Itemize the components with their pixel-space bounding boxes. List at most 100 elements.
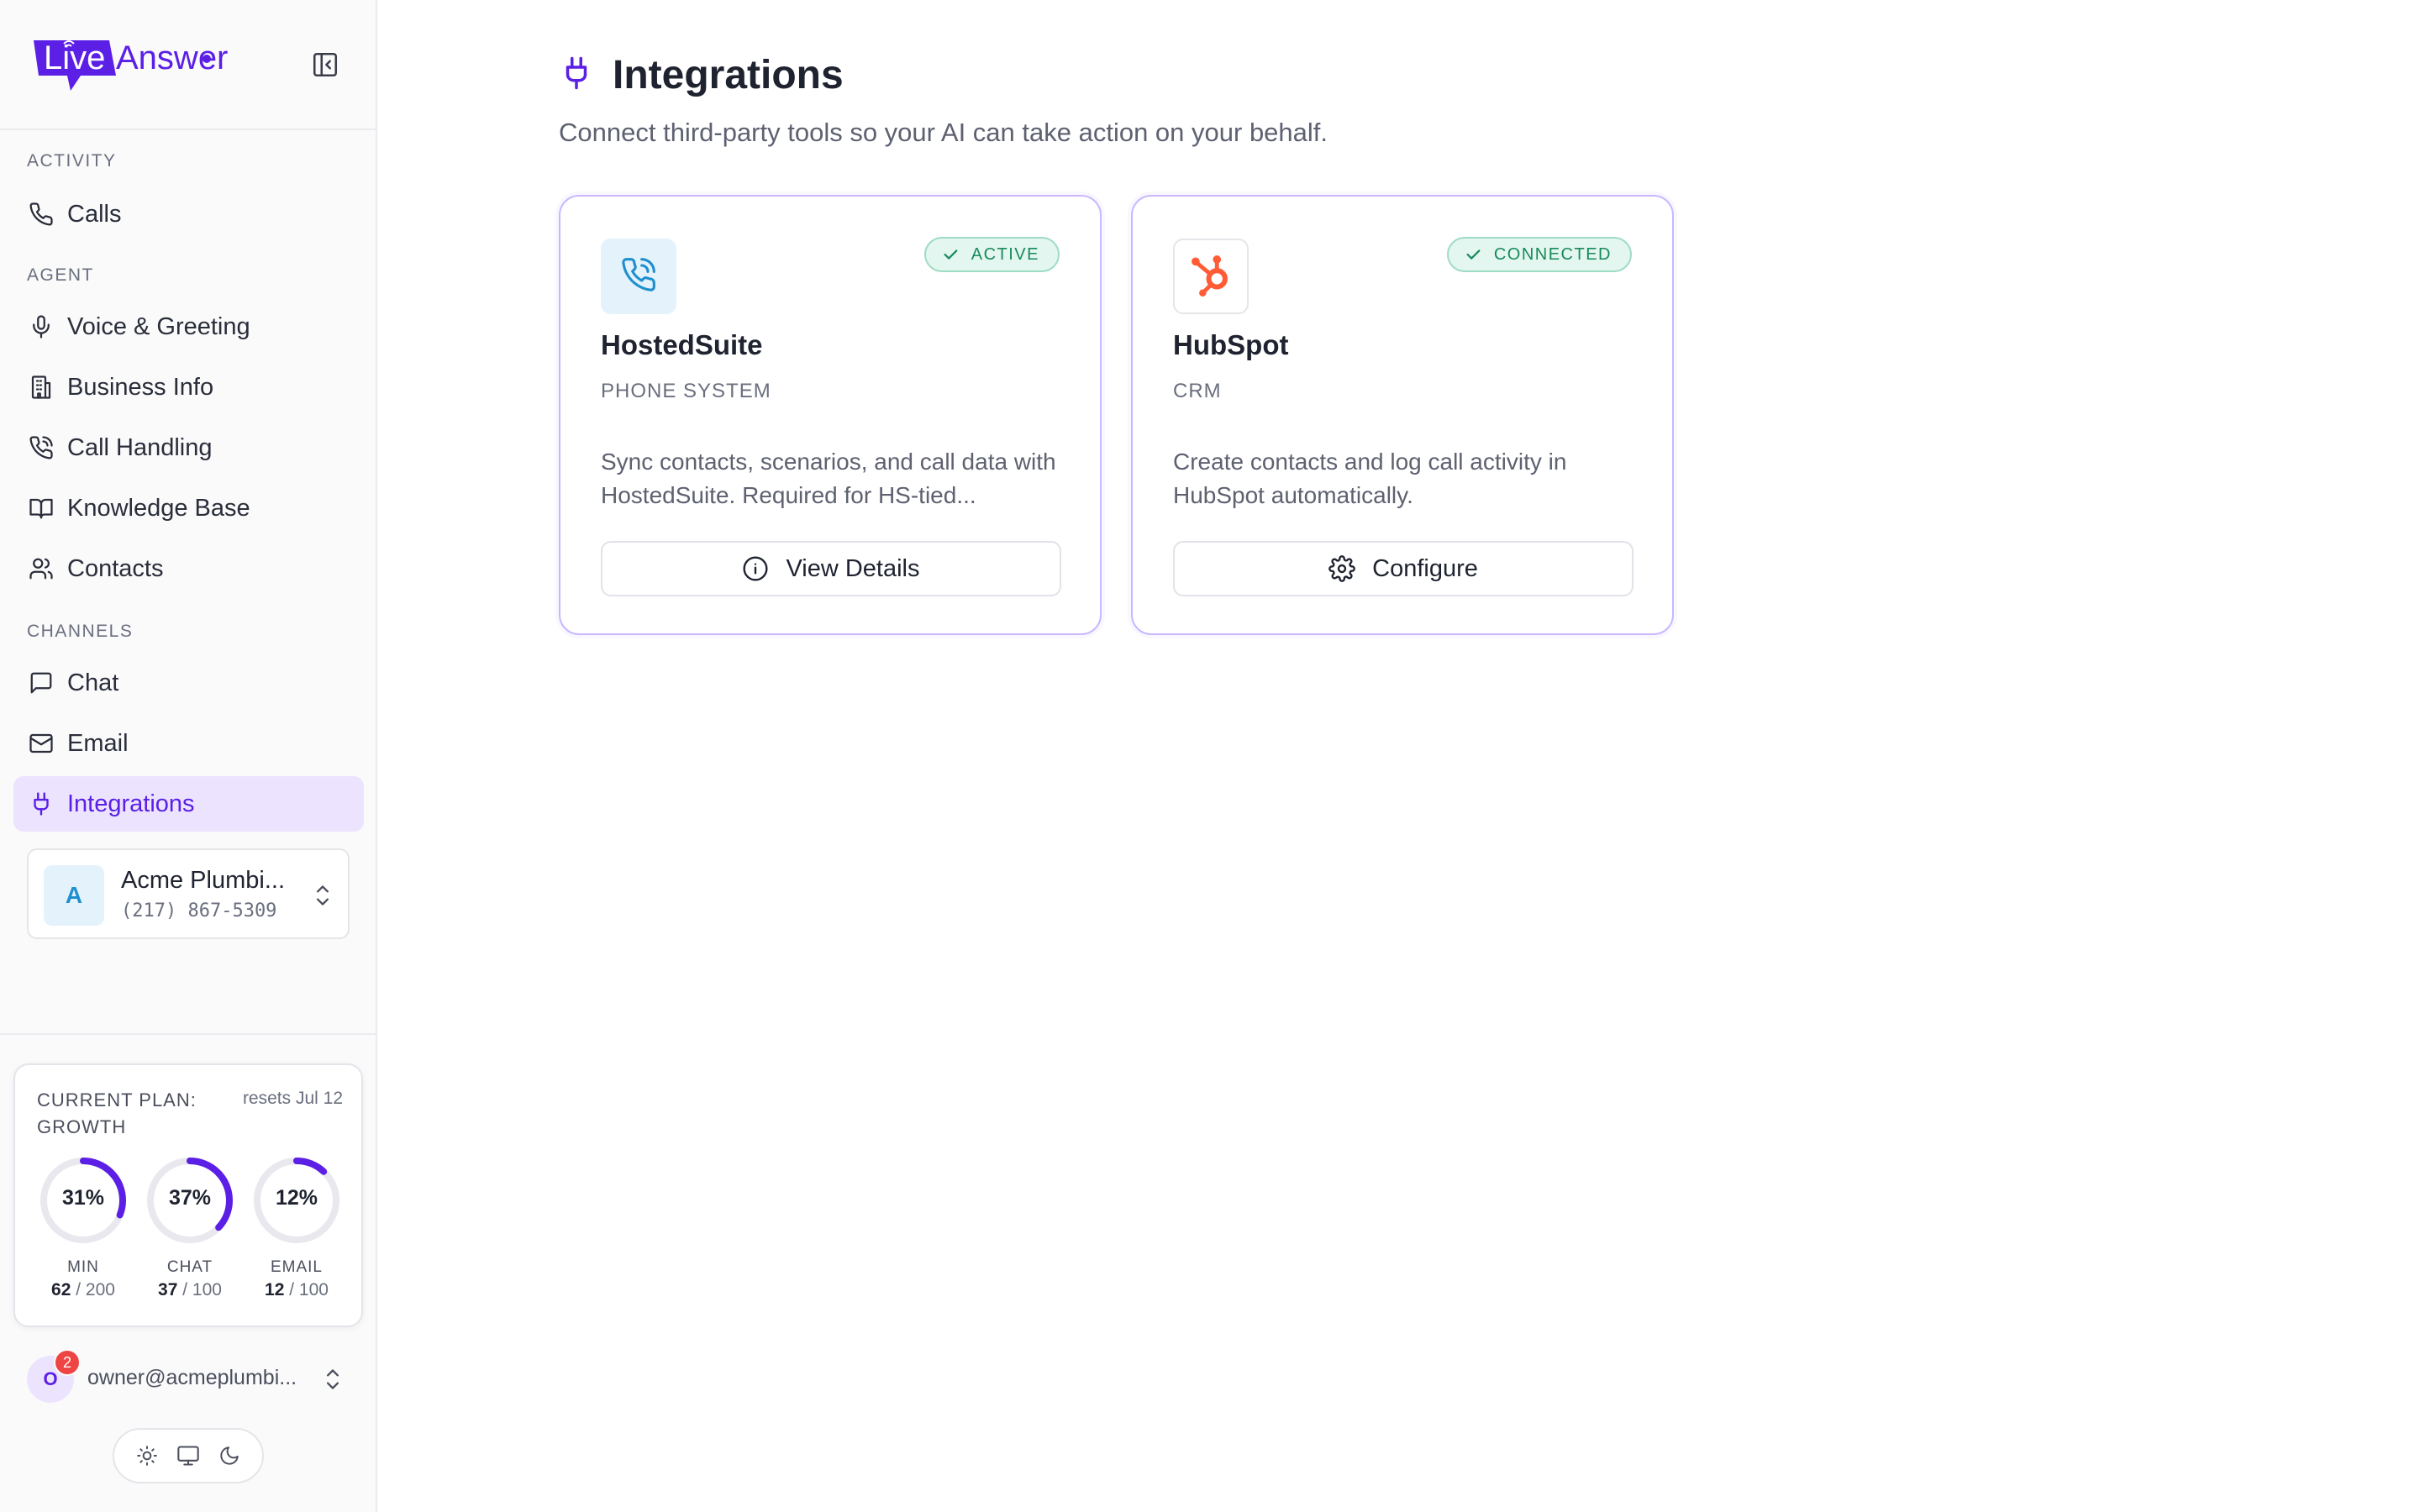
chat-icon bbox=[27, 669, 55, 697]
configure-button[interactable]: Configure bbox=[1173, 541, 1634, 596]
hubspot-icon bbox=[1186, 250, 1235, 303]
sidebar-item-label: Knowledge Base bbox=[67, 494, 250, 522]
plug-icon bbox=[27, 790, 55, 818]
sidebar-item-label: Call Handling bbox=[67, 433, 213, 461]
sun-icon[interactable] bbox=[133, 1441, 161, 1470]
integration-description: Sync contacts, scenarios, and call data … bbox=[601, 449, 1056, 508]
sidebar-item-contacts[interactable]: Contacts bbox=[13, 541, 364, 596]
moon-icon[interactable] bbox=[215, 1441, 244, 1470]
sidebar-item-voice-greeting[interactable]: Voice & Greeting bbox=[13, 299, 364, 354]
section-label-channels: CHANNELS bbox=[27, 622, 134, 641]
usage-gauge-chat: 37% CHAT 37 / 100 bbox=[144, 1154, 236, 1300]
users-icon bbox=[27, 554, 55, 583]
app: Live Answer ACTIVITY Calls AGENT Voice &… bbox=[0, 0, 2420, 1512]
sidebar-item-chat[interactable]: Chat bbox=[13, 655, 364, 711]
button-label: Configure bbox=[1372, 554, 1478, 582]
sidebar-item-knowledge-base[interactable]: Knowledge Base bbox=[13, 480, 364, 536]
section-label-agent: AGENT bbox=[27, 265, 94, 285]
page-header: Integrations bbox=[559, 52, 844, 98]
sidebar-item-calls[interactable]: Calls bbox=[13, 186, 364, 242]
sidebar-item-label: Contacts bbox=[67, 554, 164, 582]
gauge-used: 37 bbox=[158, 1280, 178, 1299]
button-label: View Details bbox=[786, 554, 920, 582]
book-icon bbox=[27, 494, 55, 522]
gauge-used: 12 bbox=[265, 1280, 285, 1299]
sidebar-item-label: Voice & Greeting bbox=[67, 312, 250, 340]
hubspot-logo bbox=[1173, 239, 1249, 314]
section-label-activity: ACTIVITY bbox=[27, 151, 117, 171]
status-badge: ACTIVE bbox=[923, 237, 1060, 272]
sidebar-item-label: Business Info bbox=[67, 373, 214, 401]
gauge-percent: 12% bbox=[275, 1186, 318, 1210]
integration-description: Create contacts and log call activity in… bbox=[1173, 449, 1567, 508]
gauge-used: 62 bbox=[51, 1280, 71, 1299]
liveanswer-logo[interactable]: Live Answer bbox=[32, 34, 250, 94]
status-badge: CONNECTED bbox=[1446, 237, 1632, 272]
monitor-icon[interactable] bbox=[174, 1441, 203, 1470]
gauge-usage: 62 / 200 bbox=[37, 1280, 129, 1300]
account-switcher[interactable]: A Acme Plumbi... (217) 867-5309 bbox=[27, 848, 350, 939]
account-phone: (217) 867-5309 bbox=[121, 900, 277, 921]
sidebar-item-label: Chat bbox=[67, 669, 119, 696]
gauge-label: CHAT bbox=[166, 1258, 213, 1276]
logo-text-live: Live bbox=[44, 39, 105, 76]
theme-toggle bbox=[113, 1428, 264, 1483]
gauge-usage: 12 / 100 bbox=[250, 1280, 343, 1300]
gauge-label: EMAIL bbox=[270, 1258, 324, 1276]
plug-icon bbox=[559, 54, 594, 97]
sidebar-item-business-info[interactable]: Business Info bbox=[13, 360, 364, 415]
gear-icon bbox=[1328, 555, 1355, 582]
integration-card-hubspot: CONNECTED HubSpot CRM Create contacts an… bbox=[1131, 195, 1674, 635]
sidebar-item-email[interactable]: Email bbox=[13, 716, 364, 771]
gauge-percent: 31% bbox=[61, 1186, 105, 1210]
sidebar-item-label: Calls bbox=[67, 200, 122, 228]
gauge-percent: 37% bbox=[168, 1186, 212, 1210]
sidebar-item-label: Email bbox=[67, 729, 129, 757]
logo-text-answer: Answer bbox=[116, 39, 228, 76]
microphone-icon bbox=[27, 312, 55, 341]
chevrons-up-down-icon bbox=[321, 1364, 345, 1394]
mail-icon bbox=[27, 729, 55, 758]
user-menu[interactable]: O 2 owner@acmeplumbi... bbox=[27, 1349, 350, 1403]
sidebar-footer-divider bbox=[0, 1033, 376, 1035]
integration-name: HubSpot bbox=[1173, 329, 1289, 360]
plan-title: CURRENT PLAN: GROWTH bbox=[37, 1089, 197, 1137]
sidebar-item-label: Integrations bbox=[67, 790, 195, 817]
sidebar-header: Live Answer bbox=[0, 0, 376, 130]
phone-call-icon bbox=[27, 433, 55, 462]
hostedsuite-logo bbox=[601, 239, 676, 314]
usage-gauge-email: 12% EMAIL 12 / 100 bbox=[250, 1154, 343, 1300]
main-content: Integrations Connect third-party tools s… bbox=[377, 0, 2420, 1512]
integration-category: PHONE SYSTEM bbox=[601, 380, 771, 402]
gauge-label: MIN bbox=[67, 1258, 99, 1276]
gauge-limit: / 100 bbox=[182, 1280, 222, 1299]
integration-category: CRM bbox=[1173, 380, 1222, 402]
page-subtitle: Connect third-party tools so your AI can… bbox=[559, 118, 1328, 147]
status-badge-label: ACTIVE bbox=[971, 244, 1039, 264]
integration-card-hostedsuite: ACTIVE HostedSuite PHONE SYSTEM Sync con… bbox=[559, 195, 1102, 635]
plan-usage-card[interactable]: CURRENT PLAN: GROWTH resets Jul 12 31% M… bbox=[13, 1063, 363, 1327]
account-avatar: A bbox=[44, 865, 104, 926]
gauge-limit: / 200 bbox=[76, 1280, 115, 1299]
sidebar-item-integrations[interactable]: Integrations bbox=[13, 776, 364, 832]
collapse-sidebar-icon[interactable] bbox=[311, 50, 339, 79]
usage-gauge-minutes: 31% MIN 62 / 200 bbox=[37, 1154, 129, 1300]
gauge-limit: / 100 bbox=[289, 1280, 329, 1299]
page-title: Integrations bbox=[613, 53, 844, 97]
gauge-usage: 37 / 100 bbox=[144, 1280, 236, 1300]
check-icon bbox=[1466, 249, 1481, 260]
sidebar: Live Answer ACTIVITY Calls AGENT Voice &… bbox=[0, 0, 377, 1512]
sidebar-item-call-handling[interactable]: Call Handling bbox=[13, 420, 364, 475]
plan-reset-date: resets Jul 12 bbox=[242, 1089, 343, 1108]
chevrons-up-down-icon bbox=[311, 880, 334, 911]
check-icon bbox=[944, 249, 958, 260]
status-badge-label: CONNECTED bbox=[1493, 244, 1612, 264]
user-email: owner@acmeplumbi... bbox=[87, 1366, 297, 1389]
account-name: Acme Plumbi... bbox=[121, 867, 285, 894]
phone-icon bbox=[27, 200, 55, 228]
view-details-button[interactable]: View Details bbox=[601, 541, 1061, 596]
building-icon bbox=[27, 373, 55, 402]
info-icon bbox=[743, 556, 769, 581]
notification-badge: 2 bbox=[54, 1349, 81, 1376]
phone-call-icon bbox=[620, 256, 657, 297]
